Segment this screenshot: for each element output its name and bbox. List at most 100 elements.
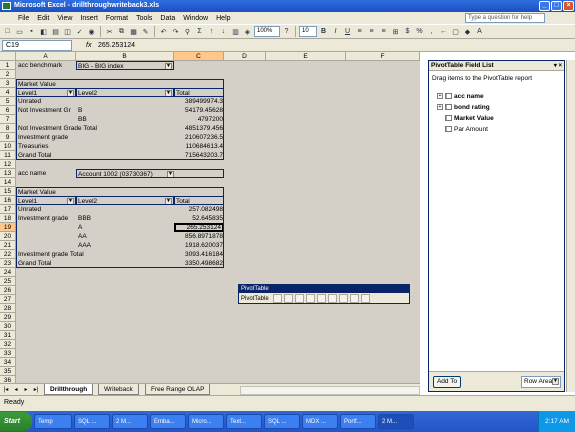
task-sql-2[interactable]: SQL ... bbox=[264, 414, 300, 429]
dropdown-arrow-icon[interactable]: ▼ bbox=[165, 63, 172, 69]
menu-format[interactable]: Format bbox=[102, 15, 132, 22]
dropdown-arrow-icon[interactable]: ▼ bbox=[552, 378, 559, 385]
row-header[interactable]: 3 bbox=[0, 79, 16, 88]
bold-icon[interactable]: B bbox=[318, 26, 329, 37]
task-temp[interactable]: Temp bbox=[34, 414, 72, 429]
menu-view[interactable]: View bbox=[53, 15, 76, 22]
undo-icon[interactable]: ↶ bbox=[158, 26, 169, 37]
row-field-level2[interactable]: Level2 ▼ bbox=[76, 88, 174, 97]
horizontal-scrollbar[interactable] bbox=[240, 386, 420, 395]
task-micro[interactable]: Micro... bbox=[188, 414, 224, 429]
col-header-d[interactable]: D bbox=[224, 52, 266, 61]
dropdown-arrow-icon[interactable]: ▼ bbox=[165, 198, 172, 204]
row-header[interactable]: 27 bbox=[0, 295, 16, 304]
spelling-icon[interactable]: ✓ bbox=[74, 26, 85, 37]
align-left-icon[interactable]: ≡ bbox=[354, 26, 365, 37]
hide-detail-icon[interactable] bbox=[294, 294, 304, 303]
open-icon[interactable]: ▭ bbox=[14, 26, 25, 37]
tab-free-range-olap[interactable]: Free Range OLAP bbox=[145, 384, 211, 395]
select-all-corner[interactable] bbox=[0, 52, 16, 61]
expand-icon[interactable]: + bbox=[437, 93, 443, 100]
menu-insert[interactable]: Insert bbox=[76, 15, 102, 22]
vertical-scrollbar[interactable] bbox=[566, 60, 575, 392]
show-field-list-icon[interactable] bbox=[360, 294, 370, 303]
save-icon[interactable]: ▪ bbox=[26, 26, 37, 37]
name-box[interactable]: C19 bbox=[2, 40, 72, 51]
percent-icon[interactable]: % bbox=[414, 26, 425, 37]
menu-help[interactable]: Help bbox=[212, 15, 234, 22]
italic-icon[interactable]: I bbox=[330, 26, 341, 37]
spreadsheet-grid[interactable]: A B C D E F 1 2 3 4 5 6 7 8 9 10 11 12 13 14 15 16 17 18 1… bbox=[0, 52, 420, 383]
row-header[interactable]: 5 bbox=[0, 97, 16, 106]
show-detail-icon[interactable] bbox=[305, 294, 315, 303]
col-header-c[interactable]: C bbox=[174, 52, 224, 61]
prev-sheet-icon[interactable]: ◂ bbox=[12, 386, 20, 394]
col-header-e[interactable]: E bbox=[266, 52, 346, 61]
row-header[interactable]: 12 bbox=[0, 160, 16, 169]
col-header-f[interactable]: F bbox=[346, 52, 420, 61]
zoom-select[interactable]: 100% bbox=[254, 26, 280, 37]
print-preview-icon[interactable]: ◫ bbox=[62, 26, 73, 37]
row-header[interactable]: 7 bbox=[0, 115, 16, 124]
comma-icon[interactable]: , bbox=[426, 26, 437, 37]
refresh-data-icon[interactable] bbox=[316, 294, 326, 303]
start-button[interactable]: Start bbox=[0, 412, 32, 431]
minimize-button[interactable]: _ bbox=[539, 1, 550, 11]
row-header[interactable]: 24 bbox=[0, 268, 16, 277]
task-mdx[interactable]: MDX ... bbox=[302, 414, 338, 429]
row-header[interactable]: 22 bbox=[0, 250, 16, 259]
help-search-input[interactable]: Type a question for help bbox=[465, 13, 545, 23]
add-to-button[interactable]: Add To bbox=[433, 376, 461, 388]
task-portf[interactable]: Portf... bbox=[340, 414, 376, 429]
menu-window[interactable]: Window bbox=[179, 15, 212, 22]
fill-color-icon[interactable]: ◆ bbox=[462, 26, 473, 37]
chart-wizard-icon[interactable]: ▥ bbox=[230, 26, 241, 37]
row-header[interactable]: 13 bbox=[0, 169, 16, 178]
always-display-icon[interactable] bbox=[338, 294, 348, 303]
format-painter-icon[interactable]: ✎ bbox=[140, 26, 151, 37]
expand-icon[interactable]: + bbox=[437, 104, 443, 111]
drawing-icon[interactable]: ◈ bbox=[242, 26, 253, 37]
col-header-a[interactable]: A bbox=[16, 52, 76, 61]
permission-icon[interactable]: ◧ bbox=[38, 26, 49, 37]
row-header[interactable]: 34 bbox=[0, 358, 16, 367]
row-header[interactable]: 23 bbox=[0, 259, 16, 268]
row-header[interactable]: 9 bbox=[0, 133, 16, 142]
row-header[interactable]: 10 bbox=[0, 142, 16, 151]
decrease-decimal-icon[interactable]: ← bbox=[438, 26, 449, 37]
page-field-dropdown[interactable]: BIG - BIG index ▼ bbox=[76, 61, 174, 70]
chart-wizard-icon[interactable] bbox=[283, 294, 293, 303]
cut-icon[interactable]: ✂ bbox=[104, 26, 115, 37]
dropdown-arrow-icon[interactable]: ▼ bbox=[165, 90, 172, 96]
formula-input[interactable]: 265.253124 bbox=[98, 40, 418, 51]
row-header[interactable]: 11 bbox=[0, 151, 16, 160]
field-settings-icon[interactable] bbox=[349, 294, 359, 303]
task-emba[interactable]: Emba... bbox=[150, 414, 186, 429]
row-header[interactable]: 16 bbox=[0, 196, 16, 205]
row-header[interactable]: 36 bbox=[0, 376, 16, 383]
col-header-b[interactable]: B bbox=[76, 52, 174, 61]
next-sheet-icon[interactable]: ▸ bbox=[22, 386, 30, 394]
row-header[interactable]: 1 bbox=[0, 61, 16, 70]
row-header[interactable]: 17 bbox=[0, 205, 16, 214]
first-sheet-icon[interactable]: |◂ bbox=[2, 386, 10, 394]
row-header[interactable]: 6 bbox=[0, 106, 16, 115]
menu-tools[interactable]: Tools bbox=[132, 15, 156, 22]
row-header[interactable]: 19 bbox=[0, 223, 16, 232]
format-report-icon[interactable] bbox=[272, 294, 282, 303]
pivottable-menu[interactable]: PivotTable bbox=[241, 294, 271, 304]
field-item-market-value[interactable]: Market Value bbox=[445, 115, 494, 123]
field-item-par-amount[interactable]: Par Amount bbox=[445, 126, 488, 134]
fx-label[interactable]: fx bbox=[86, 40, 91, 51]
row-header[interactable]: 33 bbox=[0, 349, 16, 358]
hyperlink-icon[interactable]: ⚲ bbox=[182, 26, 193, 37]
print-icon[interactable]: ▤ bbox=[50, 26, 61, 37]
task-excel[interactable]: 2 M... bbox=[378, 414, 414, 429]
menu-data[interactable]: Data bbox=[156, 15, 179, 22]
task-sql[interactable]: SQL ... bbox=[74, 414, 110, 429]
sort-descending-icon[interactable]: ↓ bbox=[218, 26, 229, 37]
align-right-icon[interactable]: ≡ bbox=[378, 26, 389, 37]
row-header[interactable]: 31 bbox=[0, 331, 16, 340]
row-header[interactable]: 25 bbox=[0, 277, 16, 286]
font-color-icon[interactable]: A bbox=[474, 26, 485, 37]
